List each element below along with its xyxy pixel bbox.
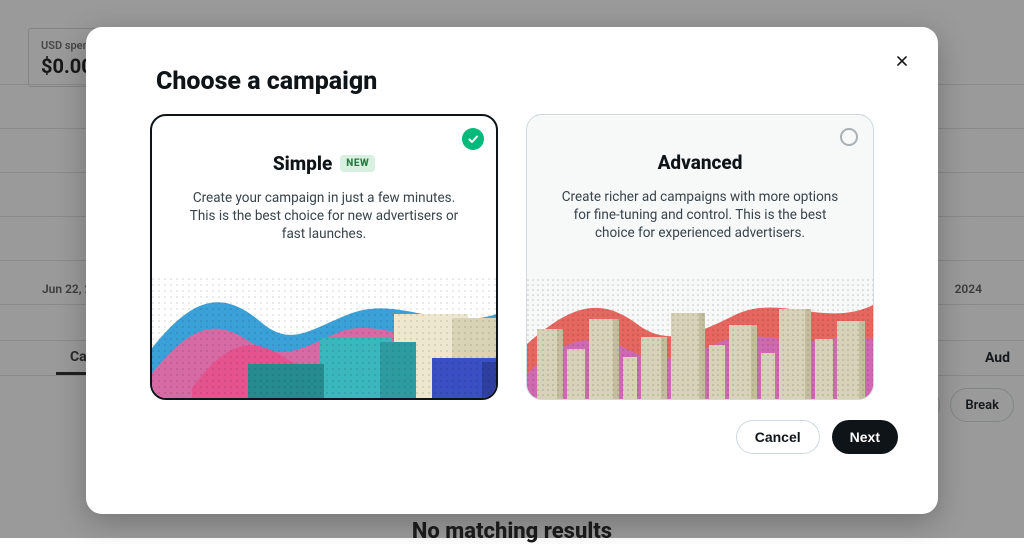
- option-simple-desc: Create your campaign in just a few minut…: [152, 189, 496, 244]
- modal-title: Choose a campaign: [156, 67, 902, 96]
- option-simple-illustration: [152, 278, 498, 398]
- option-advanced-title: Advanced: [658, 151, 743, 174]
- option-advanced-desc: Create richer ad campaigns with more opt…: [527, 188, 873, 243]
- next-button[interactable]: Next: [832, 420, 898, 454]
- option-simple-header: Simple NEW: [273, 152, 375, 175]
- cancel-button[interactable]: Cancel: [736, 420, 820, 454]
- radio-unchecked-icon: [840, 128, 858, 146]
- radio-advanced[interactable]: [839, 127, 861, 149]
- close-button[interactable]: [888, 47, 916, 75]
- option-advanced-header: Advanced: [658, 151, 743, 174]
- modal-actions: Cancel Next: [122, 420, 902, 454]
- option-advanced-illustration: [527, 279, 874, 399]
- radio-simple[interactable]: [462, 128, 484, 150]
- option-simple-title: Simple: [273, 152, 332, 175]
- option-simple[interactable]: Simple NEW Create your campaign in just …: [150, 114, 498, 400]
- campaign-options: Simple NEW Create your campaign in just …: [122, 114, 902, 400]
- check-icon: [462, 128, 484, 150]
- option-advanced[interactable]: Advanced Create richer ad campaigns with…: [526, 114, 874, 400]
- close-icon: [895, 54, 909, 68]
- new-badge: NEW: [340, 155, 375, 172]
- choose-campaign-modal: Choose a campaign Simple NEW Create your…: [86, 27, 938, 514]
